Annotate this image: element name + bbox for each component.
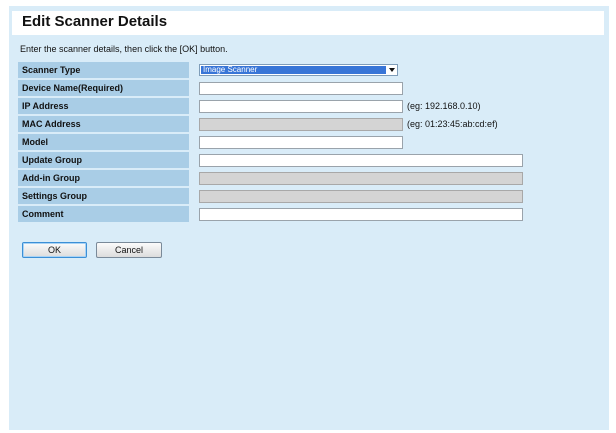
- addin-group-label: Add-in Group: [18, 170, 189, 186]
- cancel-button[interactable]: Cancel: [96, 242, 162, 258]
- scanner-type-select[interactable]: Image Scanner: [199, 64, 398, 76]
- model-input[interactable]: [199, 136, 403, 149]
- mac-address-label: MAC Address: [18, 116, 189, 132]
- device-name-input[interactable]: [199, 82, 403, 95]
- device-name-label: Device Name(Required): [18, 80, 189, 96]
- mac-address-input: [199, 118, 403, 131]
- comment-input[interactable]: [199, 208, 523, 221]
- ok-button[interactable]: OK: [22, 242, 87, 258]
- scanner-type-selected-value: Image Scanner: [201, 66, 386, 74]
- settings-group-input: [199, 190, 523, 203]
- chevron-down-icon[interactable]: [389, 68, 395, 72]
- ip-address-label: IP Address: [18, 98, 189, 114]
- mac-address-hint: (eg: 01:23:45:ab:cd:ef): [407, 119, 498, 129]
- title-bar: Edit Scanner Details: [12, 11, 604, 35]
- comment-label: Comment: [18, 206, 189, 222]
- scanner-type-label: Scanner Type: [18, 62, 189, 78]
- page-title: Edit Scanner Details: [22, 13, 168, 30]
- ip-address-input[interactable]: [199, 100, 403, 113]
- addin-group-input: [199, 172, 523, 185]
- settings-group-label: Settings Group: [18, 188, 189, 204]
- model-label: Model: [18, 134, 189, 150]
- update-group-input[interactable]: [199, 154, 523, 167]
- update-group-label: Update Group: [18, 152, 189, 168]
- instruction-text: Enter the scanner details, then click th…: [20, 44, 228, 54]
- edit-scanner-panel: Edit Scanner Details Enter the scanner d…: [9, 6, 609, 430]
- ip-address-hint: (eg: 192.168.0.10): [407, 101, 481, 111]
